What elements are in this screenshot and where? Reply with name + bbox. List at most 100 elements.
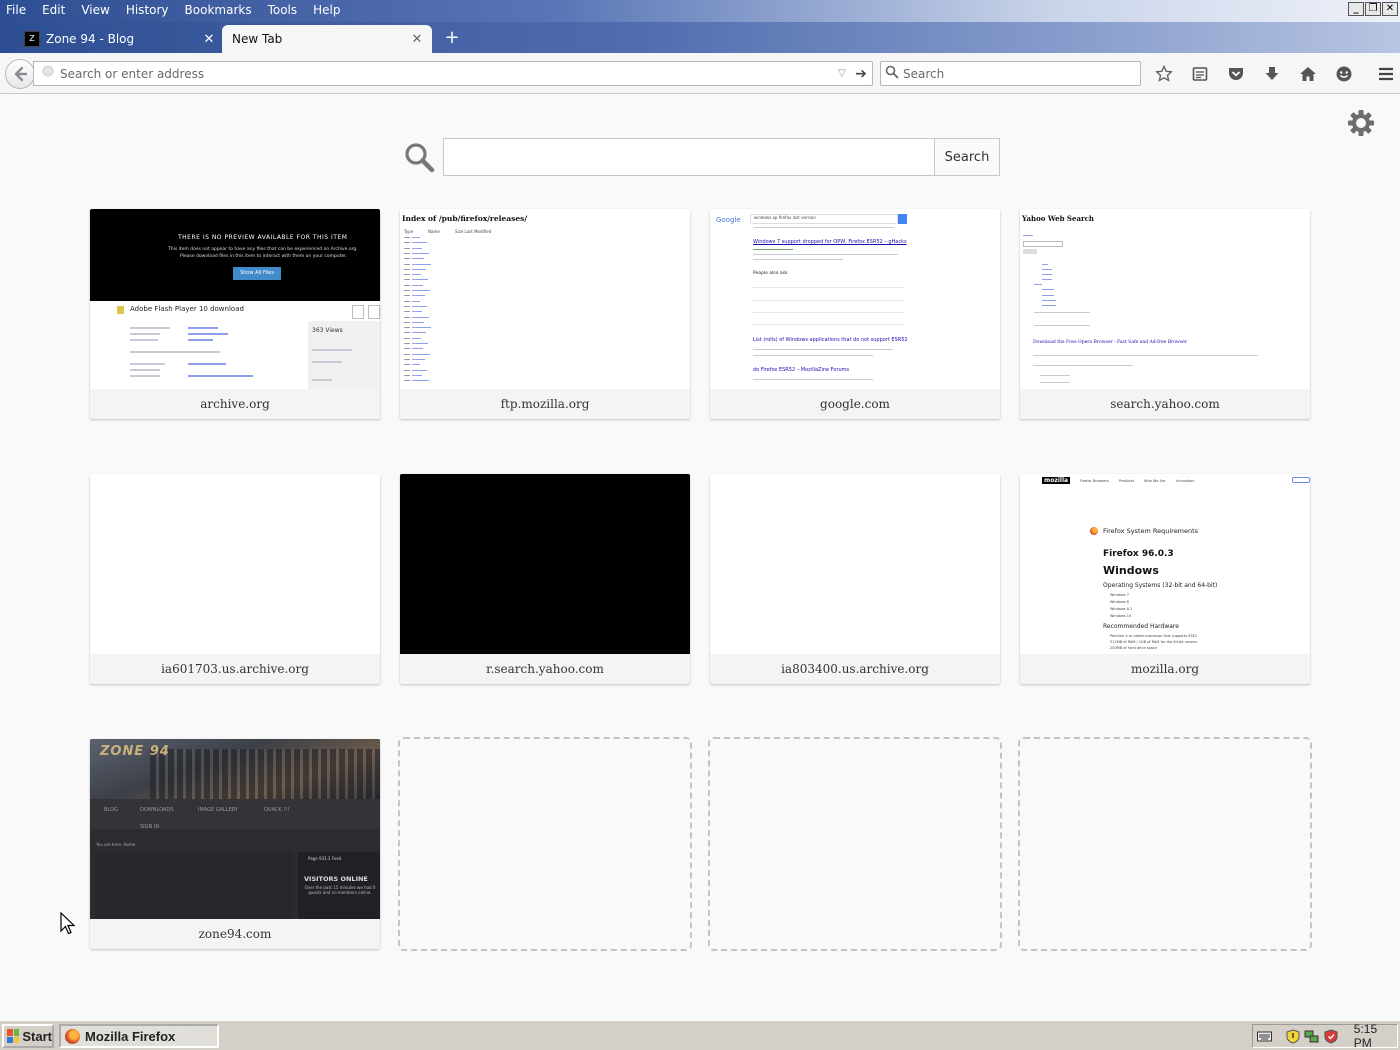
zone94-visitors: VISITORS ONLINE bbox=[304, 875, 368, 883]
zone94-breadcrumb: You are here: Home bbox=[96, 842, 136, 847]
system-tray: 5:15 PM bbox=[1252, 1022, 1398, 1050]
mouse-cursor-icon bbox=[60, 912, 76, 935]
tile-title: ia803400.us.archive.org bbox=[781, 662, 929, 676]
ftp-row-type bbox=[404, 263, 410, 265]
gear-icon[interactable] bbox=[1346, 108, 1376, 138]
empty-tile-slot[interactable] bbox=[1018, 737, 1312, 951]
mozilla-version: Firefox 96.0.3 bbox=[1103, 549, 1174, 559]
ftp-row-link bbox=[412, 274, 421, 276]
ftp-row-link bbox=[412, 284, 423, 286]
taskbar-task-label: Mozilla Firefox bbox=[85, 1028, 176, 1044]
tile-thumbnail: THERE IS NO PREVIEW AVAILABLE FOR THIS I… bbox=[90, 209, 380, 389]
tile-ia601703-archive[interactable]: ia601703.us.archive.org bbox=[90, 474, 380, 684]
ftp-row-type bbox=[404, 369, 410, 371]
home-icon[interactable] bbox=[1290, 61, 1326, 86]
menu-file[interactable]: File bbox=[0, 0, 34, 22]
start-button[interactable]: Start bbox=[2, 1024, 54, 1048]
archive-sub2: Please download files in this item to in… bbox=[180, 254, 347, 259]
back-arrow-icon[interactable] bbox=[5, 59, 35, 89]
bookmark-star-icon[interactable] bbox=[1146, 61, 1182, 86]
mozilla-os-item: Windows 8 bbox=[1110, 600, 1129, 604]
tile-google-com[interactable]: Google windows xp firefox last version W… bbox=[710, 209, 1000, 419]
tile-mozilla-org[interactable]: mozilla Firefox Browsers Products Who We… bbox=[1020, 474, 1310, 684]
zone94-nav-item: SIGN IN bbox=[140, 824, 160, 830]
go-arrow-icon[interactable]: ➔ bbox=[850, 66, 872, 82]
search-bar[interactable] bbox=[880, 61, 1141, 86]
ftp-row-link bbox=[412, 332, 426, 334]
menu-bookmarks[interactable]: Bookmarks bbox=[177, 0, 260, 22]
restore-button[interactable]: ❐ bbox=[1365, 2, 1381, 16]
ftp-col-size: Size Last Modified bbox=[455, 229, 492, 234]
ftp-row-link bbox=[412, 327, 431, 329]
tab-close-icon[interactable]: ✕ bbox=[410, 32, 424, 47]
google-result-1: Windows 7 support dropped for OPW, Firef… bbox=[753, 239, 907, 245]
newtab-search-input[interactable] bbox=[443, 138, 935, 176]
tile-r-search-yahoo-com[interactable]: r.search.yahoo.com bbox=[400, 474, 690, 684]
firefox-icon bbox=[65, 1028, 80, 1044]
ftp-row-link bbox=[412, 263, 431, 265]
ftp-row-link bbox=[412, 343, 428, 344]
hello-chat-icon[interactable] bbox=[1326, 61, 1362, 86]
url-bar[interactable]: ▽ ➔ bbox=[33, 61, 873, 86]
tab-close-icon[interactable]: ✕ bbox=[202, 32, 216, 47]
magnifier-icon bbox=[402, 140, 436, 174]
ftp-col-name: Name bbox=[428, 229, 440, 234]
tile-thumbnail: Google windows xp firefox last version W… bbox=[710, 209, 1000, 389]
menu-help[interactable]: Help bbox=[305, 0, 348, 22]
navigation-toolbar: ▽ ➔ bbox=[0, 53, 1400, 94]
close-window-button[interactable]: ✕ bbox=[1382, 2, 1398, 16]
ftp-row-link bbox=[412, 252, 429, 254]
downloads-icon[interactable] bbox=[1254, 61, 1290, 86]
address-input[interactable] bbox=[58, 62, 834, 85]
newtab-search-button[interactable]: Search bbox=[934, 138, 1000, 176]
tile-ia803400-archive[interactable]: ia803400.us.archive.org bbox=[710, 474, 1000, 684]
search-icon[interactable] bbox=[881, 65, 903, 82]
empty-tile-slot[interactable] bbox=[398, 737, 692, 951]
hamburger-menu-icon[interactable] bbox=[1368, 61, 1400, 86]
tab-new-tab[interactable]: New Tab ✕ bbox=[222, 25, 432, 53]
ftp-row-type bbox=[404, 305, 410, 307]
search-input[interactable] bbox=[903, 62, 1140, 85]
pocket-icon[interactable] bbox=[1218, 61, 1254, 86]
mozilla-req-title: Firefox System Requirements bbox=[1103, 527, 1199, 535]
taskbar-firefox-button[interactable]: Mozilla Firefox bbox=[59, 1024, 219, 1048]
page-identity-icon[interactable] bbox=[38, 62, 58, 85]
menu-bar: File Edit View History Bookmarks Tools H… bbox=[0, 0, 349, 22]
mozilla-hw-item: 200MB of hard drive space bbox=[1110, 646, 1158, 650]
ftp-row-link bbox=[412, 358, 425, 360]
menu-view[interactable]: View bbox=[73, 0, 117, 22]
tile-archive-org[interactable]: THERE IS NO PREVIEW AVAILABLE FOR THIS I… bbox=[90, 209, 380, 419]
antivirus-shield-icon[interactable] bbox=[1323, 1028, 1338, 1044]
ftp-row-link bbox=[412, 237, 420, 238]
tile-zone94-com[interactable]: ZONE 94 BLOG DOWNLOADS IMAGE GALLERY QUA… bbox=[90, 739, 380, 949]
tab-title: New Tab bbox=[232, 32, 283, 46]
ftp-row-link bbox=[412, 321, 424, 323]
keyboard-icon[interactable] bbox=[1257, 1029, 1272, 1044]
ftp-row-type bbox=[404, 316, 410, 318]
tile-thumbnail bbox=[710, 474, 1000, 654]
tile-title: archive.org bbox=[200, 397, 270, 411]
tile-thumbnail: ZONE 94 BLOG DOWNLOADS IMAGE GALLERY QUA… bbox=[90, 739, 380, 919]
bookmarks-menu-icon[interactable] bbox=[1182, 61, 1218, 86]
empty-tile-slot[interactable] bbox=[708, 737, 1002, 951]
network-icon[interactable] bbox=[1304, 1029, 1319, 1044]
tile-thumbnail bbox=[90, 474, 380, 654]
ftp-row-link bbox=[412, 353, 430, 355]
ftp-row-link bbox=[412, 380, 429, 382]
tab-zone94-blog[interactable]: Z Zone 94 - Blog ✕ bbox=[14, 25, 224, 53]
minimize-button[interactable]: _ bbox=[1348, 2, 1364, 16]
tab-title: Zone 94 - Blog bbox=[46, 32, 135, 46]
tile-search-yahoo-com[interactable]: Yahoo Web Search Download the Free Opera… bbox=[1020, 209, 1310, 419]
menu-history[interactable]: History bbox=[118, 0, 177, 22]
tile-thumbnail: Yahoo Web Search Download the Free Opera… bbox=[1020, 209, 1310, 389]
mozilla-nav-item: Products bbox=[1119, 479, 1135, 483]
new-tab-plus-icon[interactable]: + bbox=[440, 28, 464, 50]
zone94-nav-item: BLOG bbox=[104, 807, 118, 813]
security-shield-icon[interactable] bbox=[1286, 1028, 1301, 1044]
menu-tools[interactable]: Tools bbox=[260, 0, 306, 22]
ftp-row-link bbox=[412, 369, 427, 371]
tile-ftp-mozilla-org[interactable]: Index of /pub/firefox/releases/ Type Nam… bbox=[400, 209, 690, 419]
history-dropdown-icon[interactable]: ▽ bbox=[834, 68, 850, 79]
menu-edit[interactable]: Edit bbox=[34, 0, 73, 22]
ftp-row-link bbox=[412, 290, 430, 291]
